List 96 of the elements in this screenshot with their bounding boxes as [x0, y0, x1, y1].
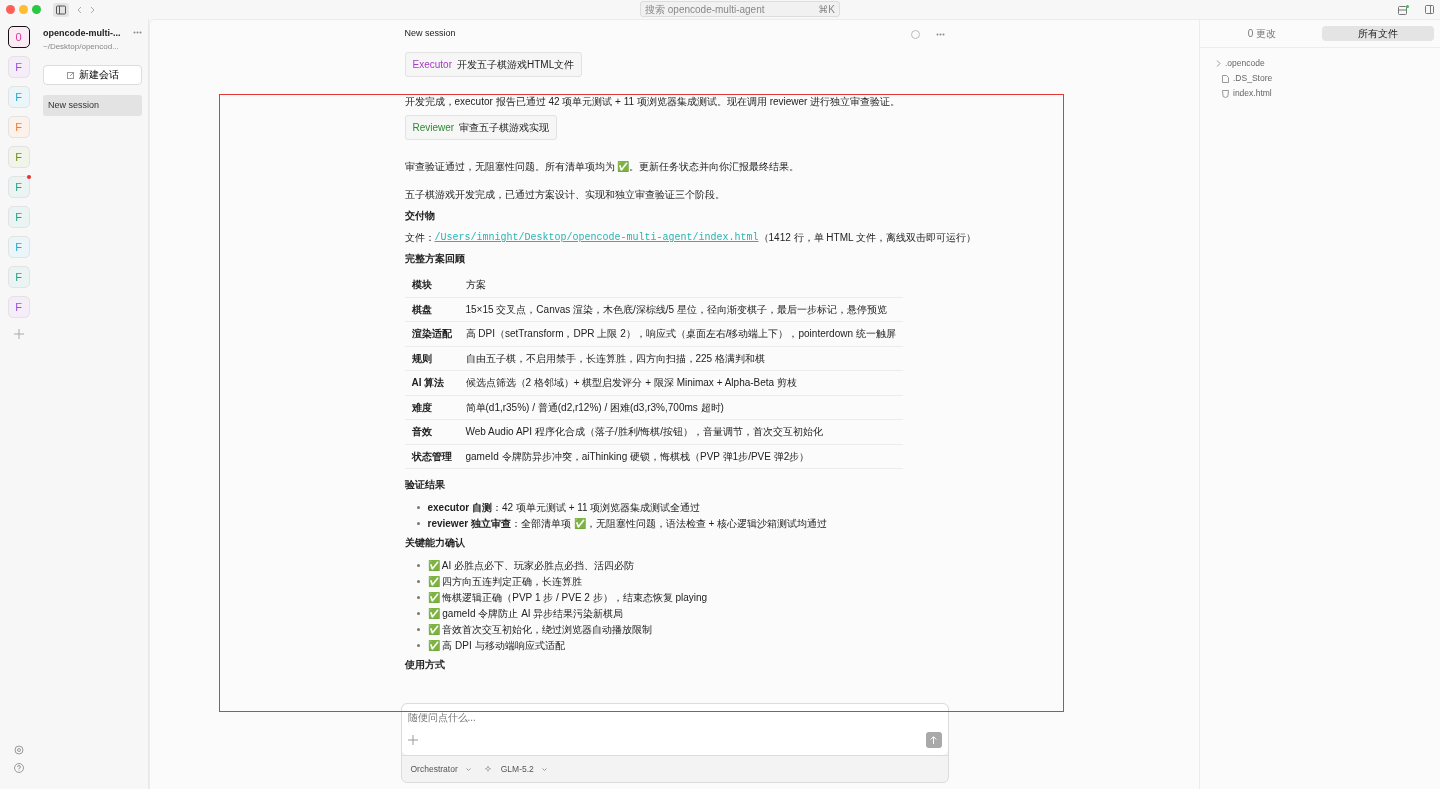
list-item: reviewer 独立审查：全部清单项 ✅，无阻塞性问题，语法检查 + 核心逻辑沙箱测试均通过 — [427, 516, 828, 531]
task-title: 开发五子棋游戏HTML文件 — [456, 58, 575, 72]
message-input[interactable]: 随便问点什么... — [401, 704, 948, 730]
agent-dropdown[interactable]: Orchestrator — [410, 762, 471, 776]
table-cell: 15×15 交叉点，Canvas 渲染，木色底/深棕线/5 星位，径向渐变棋子，最后一步标记，悬停预览 — [458, 297, 903, 322]
table-cell: 难度 — [404, 395, 459, 420]
project-path: ~/Desktop/opencod... — [43, 40, 120, 53]
message-text: 审查验证通过，无阻塞性问题。所有清单项均为 ✅。更新任务状态并向你汇报最终结果。 — [404, 160, 801, 174]
project-tile[interactable]: F — [7, 86, 30, 108]
add-icon[interactable] — [407, 735, 418, 745]
table-cell: 音效 — [404, 419, 459, 444]
project-tile[interactable]: F — [7, 296, 30, 318]
task-card[interactable]: Executor 开发五子棋游戏HTML文件 — [404, 52, 583, 77]
agent-label: Executor — [412, 58, 452, 72]
table-cell: 渲染适配 — [404, 321, 459, 346]
project-tile[interactable]: 0 — [7, 26, 30, 48]
back-icon[interactable] — [77, 5, 82, 14]
project-tile[interactable]: F — [7, 236, 30, 258]
file-tree-item[interactable]: .opencode — [1216, 56, 1424, 71]
project-tile[interactable]: F — [7, 176, 30, 198]
file-tree-item[interactable]: .DS_Store — [1216, 71, 1424, 86]
task-title: 审查五子棋游戏实现 — [459, 121, 550, 135]
message-text: 开发完成，executor 报告已通过 42 项单元测试 + 11 项浏览器集成测试。现在调用 reviewer 进行独立审查验证。 — [404, 95, 902, 109]
session-title: New session — [404, 27, 456, 41]
table-cell: 状态管理 — [404, 444, 459, 469]
message-text: 五子棋游戏开发完成，已通过方案设计、实现和独立审查验证三个阶段。 — [404, 188, 726, 202]
minimize-button[interactable] — [19, 5, 28, 14]
sidebar-toggle-icon[interactable] — [53, 2, 69, 17]
section-heading: 交付物 — [404, 209, 436, 223]
section-heading: 关键能力确认 — [404, 536, 466, 550]
table-cell: 简单(d1,r35%) / 普通(d2,r12%) / 困难(d3,r3%,700ms 超时) — [458, 395, 903, 420]
list-item: ✅ gameId 令牌防止 AI 异步结果污染新棋局 — [427, 606, 624, 621]
list-item: ✅ AI 必胜点必下、玩家必胜点必挡、活四必防 — [427, 558, 634, 573]
project-name: opencode-multi-... — [43, 27, 121, 40]
bullet-dot — [416, 595, 420, 599]
html-file-icon — [1222, 89, 1229, 98]
send-button[interactable] — [925, 732, 942, 748]
caret-icon — [465, 767, 471, 771]
panel-tab[interactable]: 0 更改 — [1206, 26, 1318, 41]
section-heading: 验证结果 — [404, 478, 446, 492]
list-item: ✅ 悔棋逻辑正确（PVP 1 步 / PVE 2 步），结束态恢复 playing — [427, 590, 708, 605]
file-tree-item[interactable]: index.html — [1216, 86, 1424, 101]
arrow-up-icon — [930, 736, 937, 744]
list-item: executor 自测：42 项单元测试 + 11 项浏览器集成测试全通过 — [427, 500, 701, 515]
table-header: 方案 — [458, 273, 903, 297]
settings-icon[interactable] — [13, 745, 24, 755]
file-icon — [1222, 74, 1229, 83]
file-note: （1412 行，单 HTML 文件，离线双击即可运行） — [758, 231, 976, 245]
help-icon[interactable] — [13, 763, 24, 773]
table-cell: AI 算法 — [404, 370, 459, 395]
table-cell: 候选点筛选（2 格邻域）+ 棋型启发评分 + 限深 Minimax + Alpha-Beta 剪枝 — [458, 370, 903, 395]
list-item: ✅ 高 DPI 与移动端响应式适配 — [427, 638, 565, 653]
table-header: 模块 — [404, 273, 459, 297]
model-dropdown[interactable]: GLM-5.2 — [484, 762, 547, 776]
session-item[interactable]: New session — [43, 94, 142, 116]
file-path-link[interactable]: /Users/imnight/Desktop/opencode-multi-agent/index.html — [434, 231, 759, 245]
table-cell: gameId 令牌防异步冲突，aiThinking 硬锁，悔棋栈（PVP 弹1步/PVE 弹2步） — [458, 444, 903, 469]
file-label: 文件： — [404, 231, 435, 245]
section-heading: 使用方式 — [404, 658, 446, 672]
project-tile[interactable]: F — [7, 116, 30, 138]
close-button[interactable] — [6, 5, 15, 14]
more-icon[interactable] — [935, 32, 945, 36]
bullet-dot — [416, 579, 420, 583]
task-card[interactable]: Reviewer 审查五子棋游戏实现 — [404, 115, 558, 140]
project-tile[interactable]: F — [7, 56, 30, 78]
new-session-button[interactable]: 新建会话 — [43, 64, 142, 85]
table-cell: Web Audio API 程序化合成（落子/胜利/悔棋/按钮），音量调节，首次交互初始化 — [458, 419, 903, 444]
table-cell: 棋盘 — [404, 297, 459, 322]
list-item: ✅ 音效首次交互初始化，绕过浏览器自动播放限制 — [427, 622, 653, 637]
table-cell: 规则 — [404, 346, 459, 371]
forward-icon[interactable] — [90, 5, 95, 14]
project-tile[interactable]: F — [7, 146, 30, 168]
maximize-button[interactable] — [32, 5, 41, 14]
project-tile[interactable]: F — [7, 206, 30, 228]
add-icon[interactable] — [13, 329, 24, 339]
search-field[interactable]: 搜索 opencode-multi-agent ⌘K — [640, 1, 840, 17]
agent-label: Reviewer — [412, 121, 455, 135]
status-icon — [910, 29, 920, 39]
bullet-dot — [416, 521, 420, 525]
bullet-dot — [416, 505, 420, 509]
layout-icon[interactable] — [1398, 4, 1409, 15]
list-item: ✅ 四方向五连判定正确，长连算胜 — [427, 574, 583, 589]
bullet-dot — [416, 643, 420, 647]
panel-tab[interactable]: 所有文件 — [1322, 26, 1434, 41]
bullet-dot — [416, 627, 420, 631]
section-heading: 完整方案回顾 — [404, 252, 466, 266]
project-tile[interactable]: F — [7, 266, 30, 288]
caret-icon — [541, 767, 547, 771]
sparkle-icon — [484, 765, 493, 773]
bullet-dot — [416, 611, 420, 615]
table-cell: 自由五子棋，不启用禁手，长连算胜，四方向扫描，225 格满判和棋 — [458, 346, 903, 371]
bullet-dot — [416, 563, 420, 567]
more-icon[interactable] — [133, 31, 142, 34]
panel-toggle-icon[interactable] — [1425, 5, 1434, 14]
table-cell: 高 DPI（setTransform，DPR 上限 2），响应式（桌面左右/移动端上下），pointerdown 统一触屏 — [458, 321, 903, 346]
edit-icon — [66, 70, 75, 79]
